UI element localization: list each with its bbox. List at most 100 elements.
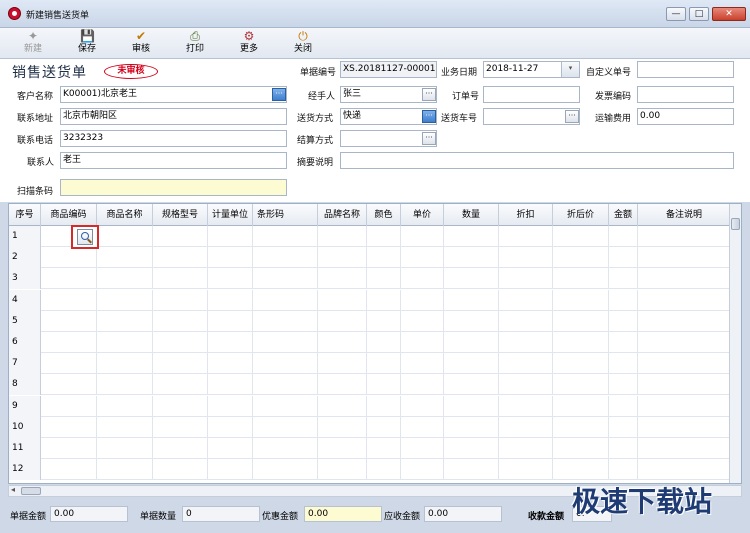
col-header[interactable]: 折扣: [499, 204, 553, 226]
grid-cell[interactable]: [41, 438, 97, 459]
table-row[interactable]: 11: [9, 438, 731, 459]
grid-cell[interactable]: [41, 395, 97, 417]
grid-cell[interactable]: [253, 416, 318, 438]
grid-cell[interactable]: [499, 459, 553, 481]
grid-cell[interactable]: [208, 374, 253, 396]
grid-cell[interactable]: [41, 353, 97, 375]
grid-cell[interactable]: [401, 332, 444, 353]
grid-cell[interactable]: [444, 374, 499, 396]
grid-cell[interactable]: [609, 395, 638, 417]
grid-cell[interactable]: [97, 395, 153, 417]
grid-cell[interactable]: [499, 332, 553, 353]
customer-lookup-button[interactable]: ···: [272, 88, 286, 101]
grid-cell[interactable]: [638, 247, 731, 269]
grid-cell[interactable]: [401, 247, 444, 269]
grid-cell[interactable]: [318, 395, 367, 417]
grid-cell[interactable]: [153, 310, 208, 332]
col-header[interactable]: 规格型号: [153, 204, 208, 226]
grid-cell[interactable]: [444, 438, 499, 459]
grid-cell[interactable]: [253, 247, 318, 269]
grid-cell[interactable]: [553, 459, 609, 481]
grid-cell[interactable]: [499, 247, 553, 269]
grid-cell[interactable]: [253, 268, 318, 290]
col-header[interactable]: 序号: [9, 204, 41, 226]
col-header[interactable]: 商品编码: [41, 204, 97, 226]
grid-cell[interactable]: [444, 395, 499, 417]
grid-cell[interactable]: [401, 374, 444, 396]
table-row[interactable]: 6: [9, 332, 731, 353]
approve-button[interactable]: ✔ 审核: [119, 29, 163, 57]
grid-cell[interactable]: [638, 459, 731, 481]
print-button[interactable]: ⎙ 打印: [173, 29, 217, 57]
grid-cell[interactable]: [444, 268, 499, 290]
handler-field[interactable]: 张三 ···: [340, 86, 437, 103]
grid-cell[interactable]: [153, 332, 208, 353]
grid-cell[interactable]: [553, 395, 609, 417]
grid-cell[interactable]: [638, 226, 731, 247]
grid-cell[interactable]: [367, 289, 401, 311]
grid-cell[interactable]: [253, 332, 318, 353]
table-row[interactable]: 10: [9, 416, 731, 438]
phone-field[interactable]: 3232323: [60, 130, 287, 147]
table-row[interactable]: 3: [9, 268, 731, 290]
address-field[interactable]: 北京市朝阳区: [60, 108, 287, 125]
grid-cell[interactable]: [444, 353, 499, 375]
grid-cell[interactable]: [444, 289, 499, 311]
grid-cell[interactable]: [609, 416, 638, 438]
col-header[interactable]: 备注说明: [638, 204, 731, 226]
custom-no-field[interactable]: [637, 61, 734, 78]
table-row[interactable]: 12: [9, 459, 731, 481]
grid-cell[interactable]: [318, 247, 367, 269]
scroll-left-arrow-icon[interactable]: ◂: [11, 485, 15, 494]
grid-cell[interactable]: [401, 289, 444, 311]
grid-cell[interactable]: [553, 332, 609, 353]
grid-cell[interactable]: [638, 395, 731, 417]
grid-cell[interactable]: [401, 353, 444, 375]
grid-cell[interactable]: [444, 310, 499, 332]
car-lookup-button[interactable]: ···: [565, 110, 579, 123]
product-lookup-button[interactable]: [71, 225, 99, 249]
grid-cell[interactable]: [638, 438, 731, 459]
discount-field[interactable]: 0.00: [304, 506, 382, 522]
grid-cell[interactable]: [401, 416, 444, 438]
grid-cell[interactable]: [253, 374, 318, 396]
col-header[interactable]: 金额: [609, 204, 638, 226]
settle-field[interactable]: ···: [340, 130, 437, 147]
grid-cell[interactable]: [41, 416, 97, 438]
grid-cell[interactable]: [401, 459, 444, 481]
grid-cell[interactable]: [367, 268, 401, 290]
table-row[interactable]: 5: [9, 310, 731, 332]
grid-cell[interactable]: [253, 310, 318, 332]
grid-cell[interactable]: [97, 310, 153, 332]
grid-cell[interactable]: [318, 353, 367, 375]
order-no-field[interactable]: [483, 86, 580, 103]
customer-field[interactable]: K00001)北京老王 ···: [60, 86, 287, 103]
grid-cell[interactable]: [153, 247, 208, 269]
grid-cell[interactable]: [638, 374, 731, 396]
grid-cell[interactable]: [208, 289, 253, 311]
grid-cell[interactable]: [444, 416, 499, 438]
grid-cell[interactable]: [553, 353, 609, 375]
grid-cell[interactable]: [367, 332, 401, 353]
grid-cell[interactable]: [97, 289, 153, 311]
grid-cell[interactable]: [499, 438, 553, 459]
grid-cell[interactable]: [208, 395, 253, 417]
table-row[interactable]: 9: [9, 395, 731, 417]
grid-cell[interactable]: [609, 310, 638, 332]
grid-cell[interactable]: [318, 226, 367, 247]
grid-cell[interactable]: [499, 268, 553, 290]
grid-cell[interactable]: [553, 268, 609, 290]
grid-cell[interactable]: [609, 459, 638, 481]
table-row[interactable]: 1: [9, 226, 731, 247]
delivery-lookup-button[interactable]: ···: [422, 110, 436, 123]
grid-cell[interactable]: [208, 268, 253, 290]
grid-cell[interactable]: [208, 226, 253, 247]
grid-cell[interactable]: [553, 289, 609, 311]
grid-cell[interactable]: [401, 310, 444, 332]
grid-cell[interactable]: [367, 416, 401, 438]
col-header[interactable]: 品牌名称: [318, 204, 367, 226]
grid-cell[interactable]: [41, 268, 97, 290]
grid-cell[interactable]: [499, 374, 553, 396]
grid-cell[interactable]: [153, 289, 208, 311]
grid-cell[interactable]: [367, 353, 401, 375]
